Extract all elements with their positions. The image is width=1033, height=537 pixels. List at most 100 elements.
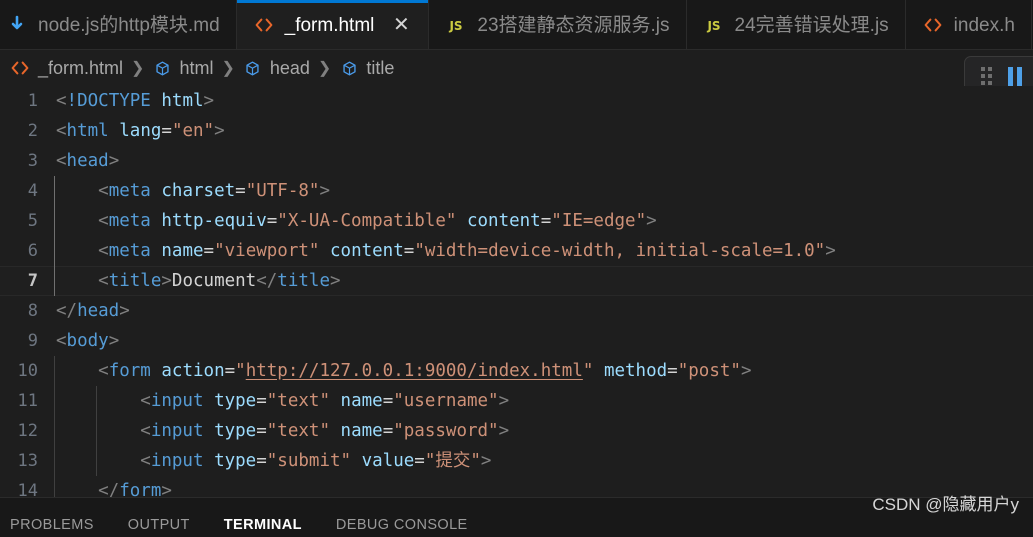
editor-tab-1[interactable]: node.js的http模块.md bbox=[0, 0, 237, 49]
breadcrumb-item-4[interactable]: title bbox=[339, 58, 394, 79]
code-token-punc: > bbox=[161, 481, 172, 497]
indent-guide bbox=[54, 266, 55, 296]
code-token-str: "viewport" bbox=[214, 241, 320, 261]
code-line[interactable]: 14 </form> bbox=[0, 476, 1033, 497]
code-token-attr: type bbox=[214, 421, 257, 441]
code-content: </head> bbox=[52, 296, 1033, 326]
code-token-punc: < bbox=[56, 91, 67, 111]
code-token-tag: html bbox=[66, 121, 109, 141]
editor-tab-3[interactable]: JS 23搭建静态资源服务.js bbox=[429, 0, 687, 49]
breadcrumb-item-2[interactable]: html bbox=[152, 58, 213, 79]
code-line[interactable]: 1 <!DOCTYPE html> bbox=[0, 86, 1033, 116]
pause-icon[interactable] bbox=[1008, 66, 1022, 86]
code-token-punc: > bbox=[825, 241, 836, 261]
code-token-punc: > bbox=[329, 271, 341, 291]
code-content: <input type="submit" value="提交"> bbox=[52, 446, 1033, 476]
breadcrumb-separator: ❯ bbox=[221, 60, 235, 77]
editor-tab-4[interactable]: JS 24完善错误处理.js bbox=[686, 0, 906, 49]
breadcrumb-item-3[interactable]: head bbox=[243, 58, 310, 79]
javascript-icon: JS bbox=[445, 14, 467, 36]
code-token-str: "提交" bbox=[424, 451, 481, 471]
code-line[interactable]: 10 <form action="http://127.0.0.1:9000/i… bbox=[0, 356, 1033, 386]
code-line[interactable]: 13 <input type="submit" value="提交"> bbox=[0, 446, 1033, 476]
code-token-link[interactable]: http://127.0.0.1:9000/index.html bbox=[246, 361, 583, 381]
code-token-tag: title bbox=[108, 271, 162, 291]
indent-guide bbox=[54, 416, 55, 446]
panel-tab-debug-console[interactable]: DEBUG CONSOLE bbox=[336, 517, 468, 537]
breadcrumb-item-label: html bbox=[179, 57, 214, 78]
code-content: <meta name="viewport" content="width=dev… bbox=[52, 236, 1033, 266]
code-token-tag: head bbox=[77, 301, 120, 321]
line-number: 4 bbox=[27, 181, 38, 201]
panel-tab-problems[interactable]: PROBLEMS bbox=[10, 517, 94, 537]
code-line[interactable]: 3 <head> bbox=[0, 146, 1033, 176]
code-editor[interactable]: 1 <!DOCTYPE html> 2 <html lang="en"> 3 <head>… bbox=[0, 86, 1033, 497]
code-content: <form action="http://127.0.0.1:9000/inde… bbox=[52, 356, 1033, 386]
code-token-str: " bbox=[582, 361, 594, 381]
code-token-attr: http-equiv bbox=[161, 211, 267, 231]
javascript-icon: JS bbox=[703, 14, 725, 36]
indent-guide bbox=[54, 236, 55, 266]
editor-tab-label: node.js的http模块.md bbox=[38, 14, 220, 36]
code-token-eq: = bbox=[256, 391, 267, 411]
line-number: 10 bbox=[17, 361, 38, 381]
html-icon bbox=[922, 14, 944, 36]
code-token-punc: < bbox=[56, 151, 67, 171]
code-line[interactable]: 9 <body> bbox=[0, 326, 1033, 356]
indent-guide bbox=[54, 356, 55, 386]
code-token-punc: </ bbox=[256, 271, 278, 291]
code-token-punc: > bbox=[498, 421, 510, 441]
line-number: 5 bbox=[27, 211, 38, 231]
code-line[interactable]: 4 <meta charset="UTF-8"> bbox=[0, 176, 1033, 206]
code-content: <title>Document</title> bbox=[52, 266, 1033, 296]
code-token-punc: > bbox=[161, 271, 172, 291]
editor-tab-label: _form.html bbox=[284, 14, 375, 36]
code-content: <meta http-equiv="X-UA-Compatible" conte… bbox=[52, 206, 1033, 236]
code-token-str: "UTF-8" bbox=[245, 181, 320, 201]
code-line[interactable]: 12 <input type="text" name="password"> bbox=[0, 416, 1033, 446]
html-icon bbox=[253, 14, 275, 36]
editor-tab-bar: node.js的http模块.md _form.html ✕ JS 23搭建静态资源服务… bbox=[0, 0, 1033, 50]
code-token-attr: name bbox=[340, 421, 383, 441]
code-line[interactable]: 5 <meta http-equiv="X-UA-Compatible" con… bbox=[0, 206, 1033, 236]
breadcrumb-item-1[interactable]: _form.html bbox=[9, 57, 123, 79]
code-token-eq: = bbox=[667, 361, 678, 381]
svg-text:JS: JS bbox=[449, 19, 463, 33]
code-token-str: "en" bbox=[171, 121, 215, 141]
code-token-punc: < bbox=[56, 391, 151, 411]
panel-tab-terminal[interactable]: TERMINAL bbox=[224, 517, 302, 537]
code-token-attr: action bbox=[161, 361, 225, 381]
code-token-eq: = bbox=[256, 421, 267, 441]
code-token-attr: value bbox=[361, 451, 415, 471]
close-icon[interactable]: ✕ bbox=[390, 14, 412, 36]
code-line[interactable]: 7 <title>Document</title> bbox=[0, 266, 1033, 296]
code-token-punc: < bbox=[56, 241, 109, 261]
symbol-field-icon bbox=[243, 58, 263, 78]
code-token-tag: title bbox=[277, 271, 330, 291]
grip-dots-icon[interactable] bbox=[981, 67, 992, 85]
breadcrumb: _form.html ❯ html ❯ head ❯ title bbox=[0, 50, 1033, 86]
code-token-tag: body bbox=[66, 331, 109, 351]
editor-tab-2[interactable]: _form.html ✕ bbox=[236, 0, 430, 49]
code-token-tag: meta bbox=[108, 241, 151, 261]
code-line[interactable]: 6 <meta name="viewport" content="width=d… bbox=[0, 236, 1033, 266]
indent-guide bbox=[54, 476, 55, 497]
editor-tab-5[interactable]: index.h bbox=[905, 0, 1032, 49]
bottom-panel-tabs: PROBLEMS OUTPUT TERMINAL DEBUG CONSOLE bbox=[0, 497, 1033, 537]
code-line[interactable]: 8 </head> bbox=[0, 296, 1033, 326]
panel-tab-output[interactable]: OUTPUT bbox=[128, 517, 190, 537]
code-token-eq: = bbox=[203, 241, 215, 261]
code-token-eq: = bbox=[540, 211, 552, 231]
code-line[interactable]: 2 <html lang="en"> bbox=[0, 116, 1033, 146]
code-token-punc: < bbox=[56, 271, 109, 291]
code-line[interactable]: 11 <input type="text" name="username"> bbox=[0, 386, 1033, 416]
code-token-punc: > bbox=[108, 151, 120, 171]
code-token-tag: input bbox=[150, 451, 204, 471]
code-token-attr: type bbox=[214, 391, 257, 411]
code-token-tag: input bbox=[150, 391, 204, 411]
